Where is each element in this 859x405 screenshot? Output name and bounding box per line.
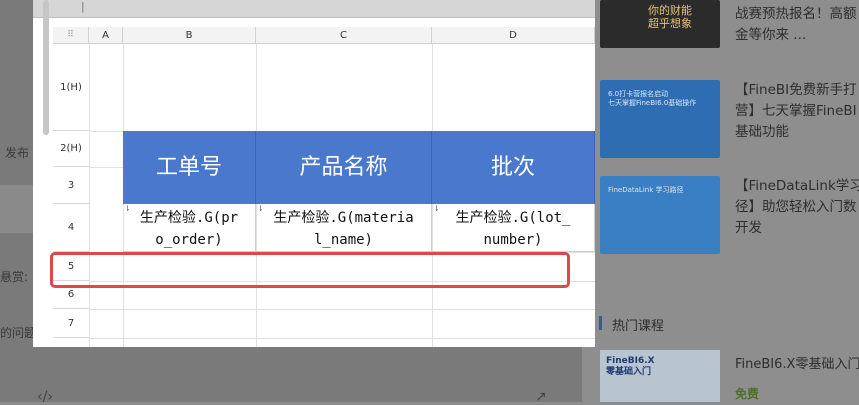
header-cell-product-name[interactable]: 产品名称 bbox=[256, 131, 432, 204]
article-image-1[interactable]: 你的财能 超乎想象 bbox=[600, 0, 720, 48]
background-publish-text: 发布 bbox=[5, 146, 30, 160]
course-name[interactable]: FineBI6.X零基础入门 bbox=[735, 353, 859, 372]
external-link-icon[interactable]: ↗ bbox=[535, 389, 547, 405]
course-image[interactable]: FineBI6.X 零基础入门 bbox=[600, 350, 720, 402]
formula-cell-lot[interactable]: 生产检验.G(lot_ number) bbox=[432, 204, 595, 252]
row-header-1[interactable]: 1(H) bbox=[53, 44, 89, 131]
article-title-1[interactable]: 战赛预热报名！高额 金等你来 ... bbox=[735, 4, 859, 46]
grid-line bbox=[89, 309, 595, 310]
row-header-4[interactable]: 4 bbox=[53, 204, 89, 252]
row-header-2[interactable]: 2(H) bbox=[53, 131, 89, 167]
formula-cell-material[interactable]: 生产检验.G(materia l_name) bbox=[256, 204, 432, 252]
spreadsheet-panel: | ⠿ A B C D 1(H) 2(H) 3 4 5 6 7 工单号 产品名称… bbox=[33, 0, 595, 347]
grid-line bbox=[89, 338, 595, 339]
article-title-3[interactable]: 【FineDataLink学习 径】助您轻松入门数 开发 bbox=[735, 176, 859, 239]
column-header-c[interactable]: C bbox=[256, 27, 432, 44]
header-cell-work-order[interactable]: 工单号 bbox=[123, 131, 256, 204]
row-5-highlight bbox=[50, 252, 570, 288]
background-selected-band bbox=[0, 185, 33, 233]
formula-line: 生产检验.G(pr bbox=[139, 210, 239, 226]
column-header-b[interactable]: B bbox=[123, 27, 256, 44]
formula-line: 生产检验.G(materia bbox=[273, 210, 414, 226]
code-icon[interactable]: ‹/› bbox=[37, 389, 53, 405]
background-question-text: 的问题 bbox=[0, 326, 37, 340]
expand-marker-icon: ⇂ bbox=[124, 204, 131, 213]
background-bottom-strip: ‹/› ↗ bbox=[0, 347, 595, 405]
section-title: 热门课程 bbox=[612, 319, 665, 334]
article-title-2[interactable]: 【FineBI免费新手打 营】七天掌握FineBI 基础功能 bbox=[735, 80, 859, 143]
grid-line bbox=[89, 44, 90, 347]
formula-cell-order[interactable]: 生产检验.G(pr o_order) bbox=[123, 204, 256, 252]
formula-line: o_order) bbox=[155, 232, 223, 248]
section-marker bbox=[599, 316, 602, 330]
expand-marker-icon: ⇂ bbox=[257, 204, 264, 213]
sheet-toolbar: | bbox=[33, 0, 595, 18]
vertical-scrollbar[interactable] bbox=[43, 0, 49, 135]
formula-line: l_name) bbox=[313, 232, 373, 248]
formula-line: number) bbox=[483, 232, 543, 248]
header-cell-batch[interactable]: 批次 bbox=[432, 131, 595, 204]
article-image-3[interactable]: FineDataLink 学习路径 bbox=[600, 176, 720, 254]
row-header-7[interactable]: 7 bbox=[53, 309, 89, 338]
column-header-a[interactable]: A bbox=[89, 27, 123, 44]
expand-marker-icon: ⇂ bbox=[433, 204, 440, 213]
background-left-panel: 发布 悬赏: 的问题 bbox=[0, 0, 37, 402]
article-image-2[interactable]: 6.0打卡营报名启动 七天掌握FineBI6.0基础操作 bbox=[600, 80, 720, 158]
course-price: 免费 bbox=[735, 387, 760, 401]
column-header-d[interactable]: D bbox=[432, 27, 595, 44]
background-reward-text: 悬赏: bbox=[0, 270, 29, 284]
row-header-3[interactable]: 3 bbox=[53, 167, 89, 204]
formula-line: 生产检验.G(lot_ bbox=[455, 210, 571, 226]
toolbar-divider-icon: | bbox=[81, 0, 85, 13]
sidebar: 你的财能 超乎想象 战赛预热报名！高额 金等你来 ... 6.0打卡营报名启动 … bbox=[582, 0, 859, 402]
select-all-icon[interactable]: ⠿ bbox=[53, 27, 89, 44]
